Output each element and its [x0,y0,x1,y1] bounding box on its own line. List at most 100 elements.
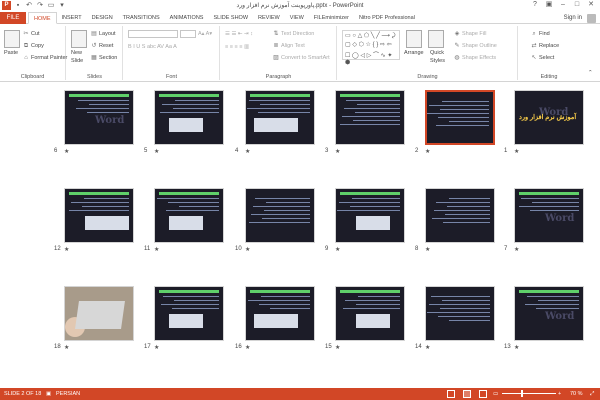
slide-thumbnail[interactable] [154,90,224,145]
slide-thumbnail[interactable] [425,188,495,243]
tab-slide-show[interactable]: SLIDE SHOW [208,12,253,24]
bullets-icon[interactable]: ☰ ☰ ⇤ ⇥ ↕ [225,31,253,37]
slide-thumbnail[interactable]: Word [514,286,584,341]
slide-thumbnail[interactable] [245,90,315,145]
new-slide-icon[interactable] [71,30,87,48]
grow-font-icon[interactable]: A▴ A▾ [198,31,212,37]
convert-smartart-button[interactable]: ▨ Convert to SmartArt [273,55,329,61]
transition-star-icon[interactable]: ★ [335,246,340,253]
transition-star-icon[interactable]: ★ [514,246,519,253]
slide-thumbnail[interactable]: Word آموزش نرم افزار ورد [514,90,584,145]
section-button[interactable]: ▦ Section [91,55,117,61]
transition-star-icon[interactable]: ★ [154,148,159,155]
fit-to-window-icon[interactable]: ⤢ [590,388,594,400]
tab-fileminimizer[interactable]: FILEminimizer [309,12,354,24]
transition-star-icon[interactable]: ★ [425,344,430,351]
arrange-button[interactable]: Arrange [404,50,424,56]
normal-view-icon[interactable] [447,390,455,398]
quick-styles-button-line2[interactable]: Styles [430,58,445,64]
find-button[interactable]: ⌕ Find [531,31,549,37]
close-icon[interactable]: ✕ [584,0,598,10]
slide-thumbnail[interactable] [64,188,134,243]
slide-thumbnail[interactable] [245,188,315,243]
align-text-button[interactable]: ≣ Align Text [273,43,304,49]
text-direction-button[interactable]: ⇅ Text Direction [273,31,314,37]
paste-icon[interactable] [4,30,20,48]
zoom-level[interactable]: 70 % [570,388,583,400]
transition-star-icon[interactable]: ★ [154,344,159,351]
sign-in-link[interactable]: Sign in [564,12,582,24]
tab-insert[interactable]: INSERT [57,12,87,24]
replace-button[interactable]: ⇄ Replace [531,43,559,49]
tab-animations[interactable]: ANIMATIONS [165,12,209,24]
tab-home[interactable]: HOME [28,12,57,24]
shape-effects-button[interactable]: ◍ Shape Effects [454,55,496,61]
format-painter-button[interactable]: ⌂ Format Painter [23,55,67,61]
reading-view-icon[interactable] [479,390,487,398]
zoom-in-icon[interactable]: + [558,388,561,400]
transition-star-icon[interactable]: ★ [64,148,69,155]
font-style-buttons[interactable]: B I U S abc AV Aa A [128,44,177,50]
paste-button[interactable]: Paste [4,50,18,56]
tab-file[interactable]: FILE [0,12,26,24]
slide-thumbnail[interactable] [154,286,224,341]
transition-star-icon[interactable]: ★ [154,246,159,253]
proofing-icon[interactable]: ▣ [46,388,51,400]
shape-outline-button[interactable]: ✎ Shape Outline [454,43,496,49]
slide-sorter-view-icon[interactable] [463,390,471,398]
avatar[interactable] [587,14,596,23]
transition-star-icon[interactable]: ★ [245,344,250,351]
new-slide-button[interactable]: New [71,50,82,56]
slide-thumbnail[interactable] [154,188,224,243]
transition-star-icon[interactable]: ★ [245,148,250,155]
transition-star-icon[interactable]: ★ [514,344,519,351]
font-size-field[interactable] [180,30,196,38]
zoom-slider[interactable] [502,393,556,394]
tab-review[interactable]: REVIEW [253,12,285,24]
arrange-icon[interactable] [406,30,422,48]
minimize-icon[interactable]: – [556,0,570,10]
copy-button[interactable]: ⧉ Copy [23,43,44,49]
zoom-slider-thumb[interactable] [520,390,523,397]
ribbon-display-options-icon[interactable]: ▣ [542,0,556,10]
language-indicator[interactable]: PERSIAN [56,388,80,400]
cut-button[interactable]: ✂ Cut [23,31,39,37]
font-name-field[interactable] [128,30,178,38]
slide-thumbnail[interactable]: Word [514,188,584,243]
slide-thumbnail[interactable] [335,90,405,145]
transition-star-icon[interactable]: ★ [425,148,430,155]
transition-star-icon[interactable]: ★ [245,246,250,253]
transition-star-icon[interactable]: ★ [64,246,69,253]
select-button[interactable]: ↖ Select [531,55,554,61]
tab-nitro-pdf-professional[interactable]: Nitro PDF Professional [354,12,420,24]
help-button[interactable]: ? [528,0,542,10]
quick-styles-icon[interactable] [428,30,444,48]
slide-thumbnail[interactable] [335,286,405,341]
maximize-icon[interactable]: □ [570,0,584,10]
transition-star-icon[interactable]: ★ [335,344,340,351]
slide-thumbnail[interactable] [245,286,315,341]
slide-thumbnail[interactable] [425,286,495,341]
slide-thumbnail[interactable] [425,90,495,145]
zoom-out-icon[interactable]: – [503,388,506,400]
tab-design[interactable]: DESIGN [87,12,118,24]
layout-button[interactable]: ▤ Layout [91,31,115,37]
slide-thumbnail[interactable] [64,286,134,341]
tab-transitions[interactable]: TRANSITIONS [118,12,165,24]
quick-styles-button[interactable]: Quick [430,50,444,56]
transition-star-icon[interactable]: ★ [64,344,69,351]
transition-star-icon[interactable]: ★ [335,148,340,155]
slide-thumbnail[interactable]: Word [64,90,134,145]
slide-thumbnail[interactable] [335,188,405,243]
reset-button[interactable]: ↺ Reset [91,43,113,49]
slideshow-view-icon[interactable]: ▭ [493,388,498,400]
new-slide-button-line2[interactable]: Slide [71,58,83,64]
layout-icon: ▤ [91,31,97,37]
shapes-gallery[interactable]: ▭ ○ △ ⬠ ╲ ╱ ⟶ ⤸ ▢ ◇ ⬡ ☆ { } ⇨ ⇦ ☐ ◯ ◁ ▷ … [342,30,400,66]
shape-fill-button[interactable]: ◈ Shape Fill [454,31,487,37]
align-icons[interactable]: ≡ ≡ ≡ ≡ ▥ [225,44,249,50]
transition-star-icon[interactable]: ★ [514,148,519,155]
collapse-ribbon-icon[interactable]: ⌃ [588,70,593,76]
transition-star-icon[interactable]: ★ [425,246,430,253]
tab-view[interactable]: VIEW [285,12,309,24]
